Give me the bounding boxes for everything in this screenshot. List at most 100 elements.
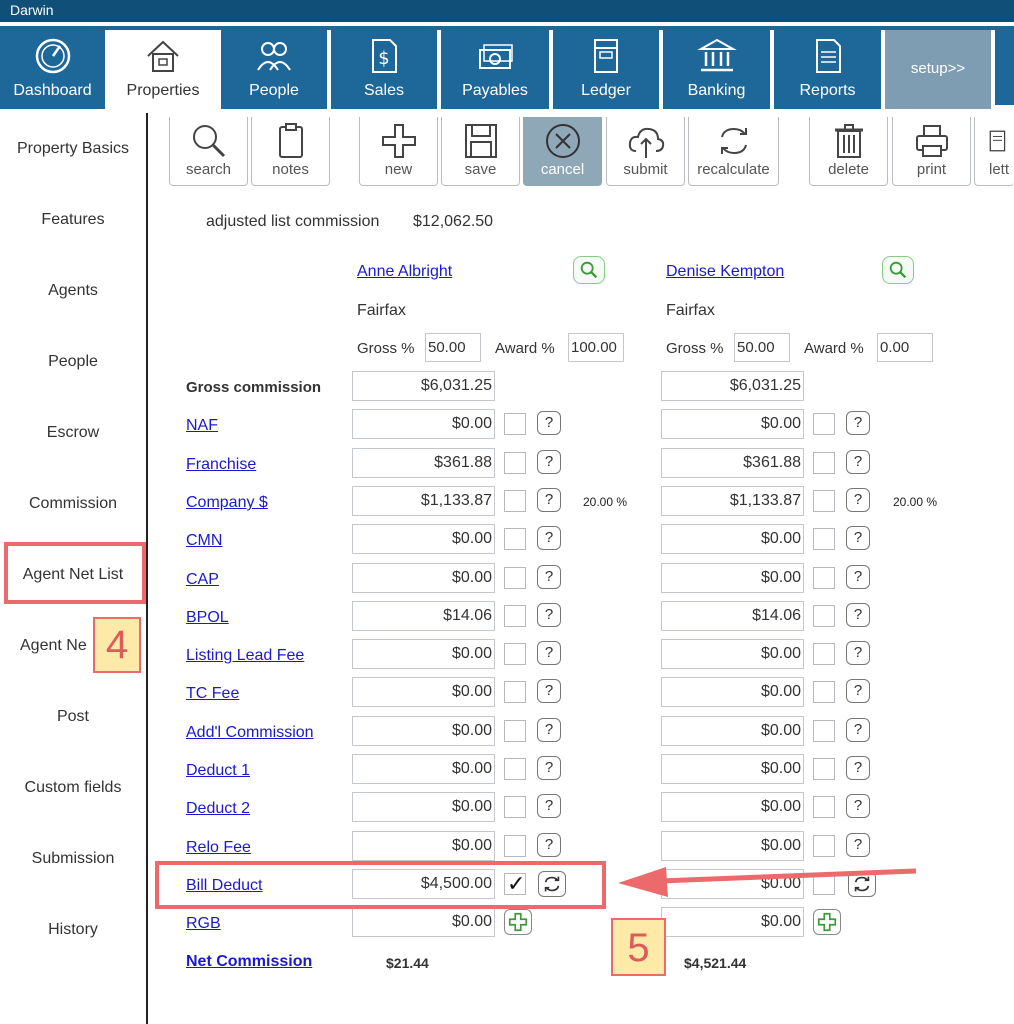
submit-button[interactable]: submit [606,117,685,186]
sidebar-item-escrow[interactable]: Escrow [0,424,146,442]
row-label-deduct-1[interactable]: Deduct 1 [186,762,250,780]
agent-b-gross-pct-input[interactable]: 50.00 [734,333,790,362]
agent-a-company-checkbox[interactable] [504,490,526,512]
agent-b-franchise-help-button[interactable]: ? [846,450,870,474]
row-label-listing-lead-fee[interactable]: Listing Lead Fee [186,647,304,665]
agent-a-naf-checkbox[interactable] [504,413,526,435]
agent-a-deduct-2-amount[interactable]: $0.00 [352,792,495,822]
agent-a-add-l-commission-help-button[interactable]: ? [537,718,561,742]
agent-a-relo-fee-checkbox[interactable] [504,835,526,857]
agent-a-listing-lead-fee-amount[interactable]: $0.00 [352,639,495,669]
agent-a-cap-amount[interactable]: $0.00 [352,563,495,593]
sidebar-item-commission[interactable]: Commission [0,495,146,513]
row-label-cap[interactable]: CAP [186,571,219,589]
agent-b-bpol-amount[interactable]: $14.06 [661,601,804,631]
agent-b-add-l-commission-checkbox[interactable] [813,720,835,742]
agent-a-company-help-button[interactable]: ? [537,488,561,512]
letter-button[interactable]: lett [974,117,1014,186]
print-button[interactable]: print [892,117,971,186]
agent-a-deduct-1-help-button[interactable]: ? [537,756,561,780]
agent-a-name-link[interactable]: Anne Albright [357,263,452,281]
nav-tab-payables[interactable]: Payables [441,30,549,109]
agent-a-cmn-help-button[interactable]: ? [537,526,561,550]
agent-b-gross-commission-amount[interactable]: $6,031.25 [661,371,804,401]
sidebar-item-history[interactable]: History [0,921,146,939]
agent-a-franchise-amount[interactable]: $361.88 [352,448,495,478]
nav-tab-ledger[interactable]: Ledger [553,30,659,109]
agent-b-deduct-1-checkbox[interactable] [813,758,835,780]
agent-b-rgb-amount[interactable]: $0.00 [661,907,804,937]
agent-a-cmn-checkbox[interactable] [504,528,526,550]
agent-b-bpol-help-button[interactable]: ? [846,603,870,627]
agent-b-deduct-2-checkbox[interactable] [813,796,835,818]
agent-a-award-pct-input[interactable]: 100.00 [568,333,624,362]
sidebar-item-property-basics[interactable]: Property Basics [0,140,146,158]
agent-a-naf-help-button[interactable]: ? [537,411,561,435]
agent-a-cap-help-button[interactable]: ? [537,565,561,589]
agent-a-add-l-commission-checkbox[interactable] [504,720,526,742]
agent-b-listing-lead-fee-checkbox[interactable] [813,643,835,665]
agent-b-rgb-add-button[interactable] [813,909,841,935]
agent-a-deduct-1-checkbox[interactable] [504,758,526,780]
agent-b-tc-fee-checkbox[interactable] [813,681,835,703]
agent-a-franchise-checkbox[interactable] [504,452,526,474]
nav-tab-dashboard[interactable]: Dashboard [0,30,105,109]
agent-a-relo-fee-amount[interactable]: $0.00 [352,831,495,861]
row-label-company[interactable]: Company $ [186,494,268,512]
agent-b-tc-fee-help-button[interactable]: ? [846,679,870,703]
nav-tab-sales[interactable]: $ Sales [331,30,437,109]
agent-a-bpol-help-button[interactable]: ? [537,603,561,627]
row-label-deduct-2[interactable]: Deduct 2 [186,800,250,818]
agent-b-company-amount[interactable]: $1,133.87 [661,486,804,516]
agent-b-company-help-button[interactable]: ? [846,488,870,512]
agent-b-listing-lead-fee-help-button[interactable]: ? [846,641,870,665]
net-commission-link[interactable]: Net Commission [186,953,312,971]
row-label-naf[interactable]: NAF [186,417,218,435]
agent-b-relo-fee-help-button[interactable]: ? [846,833,870,857]
agent-b-cmn-checkbox[interactable] [813,528,835,550]
agent-b-naf-checkbox[interactable] [813,413,835,435]
nav-setup-button[interactable]: setup>> [885,30,991,109]
agent-b-franchise-checkbox[interactable] [813,452,835,474]
agent-a-naf-amount[interactable]: $0.00 [352,409,495,439]
agent-b-deduct-2-amount[interactable]: $0.00 [661,792,804,822]
agent-b-award-pct-input[interactable]: 0.00 [877,333,933,362]
agent-b-cap-checkbox[interactable] [813,567,835,589]
agent-a-gross-commission-amount[interactable]: $6,031.25 [352,371,495,401]
notes-button[interactable]: notes [251,117,330,186]
row-label-tc-fee[interactable]: TC Fee [186,685,239,703]
agent-b-company-checkbox[interactable] [813,490,835,512]
agent-b-deduct-1-help-button[interactable]: ? [846,756,870,780]
sidebar-item-custom-fields[interactable]: Custom fields [0,779,146,797]
agent-a-rgb-amount[interactable]: $0.00 [352,907,495,937]
recalculate-button[interactable]: recalculate [688,117,779,186]
agent-a-deduct-1-amount[interactable]: $0.00 [352,754,495,784]
agent-a-rgb-add-button[interactable] [504,909,532,935]
agent-a-gross-pct-input[interactable]: 50.00 [425,333,481,362]
nav-tab-people[interactable]: People [221,30,327,109]
agent-a-relo-fee-help-button[interactable]: ? [537,833,561,857]
agent-a-tc-fee-help-button[interactable]: ? [537,679,561,703]
agent-a-franchise-help-button[interactable]: ? [537,450,561,474]
search-button[interactable]: search [169,117,248,186]
agent-a-deduct-2-help-button[interactable]: ? [537,794,561,818]
sidebar-item-post[interactable]: Post [0,708,146,726]
agent-b-deduct-2-help-button[interactable]: ? [846,794,870,818]
save-button[interactable]: save [441,117,520,186]
agent-a-listing-lead-fee-checkbox[interactable] [504,643,526,665]
agent-a-add-l-commission-amount[interactable]: $0.00 [352,716,495,746]
agent-b-naf-amount[interactable]: $0.00 [661,409,804,439]
agent-a-tc-fee-checkbox[interactable] [504,681,526,703]
nav-tab-reports[interactable]: Reports [774,30,881,109]
agent-b-lookup-button[interactable] [882,256,914,284]
agent-a-cap-checkbox[interactable] [504,567,526,589]
agent-a-bpol-amount[interactable]: $14.06 [352,601,495,631]
agent-b-tc-fee-amount[interactable]: $0.00 [661,677,804,707]
sidebar-item-agents[interactable]: Agents [0,282,146,300]
agent-b-cap-amount[interactable]: $0.00 [661,563,804,593]
agent-b-relo-fee-checkbox[interactable] [813,835,835,857]
agent-a-cmn-amount[interactable]: $0.00 [352,524,495,554]
agent-b-bpol-checkbox[interactable] [813,605,835,627]
row-label-cmn[interactable]: CMN [186,532,222,550]
agent-a-company-amount[interactable]: $1,133.87 [352,486,495,516]
